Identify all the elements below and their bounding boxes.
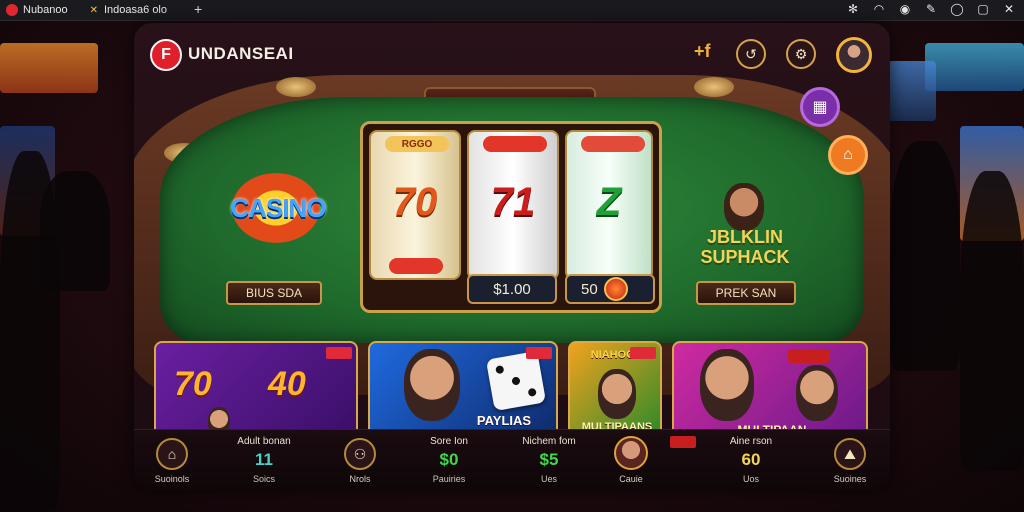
reel-3: Z bbox=[565, 130, 653, 280]
stat-label: Aine rson bbox=[729, 436, 773, 447]
card-tag bbox=[788, 349, 830, 363]
browser-tab[interactable]: Indoasa6 olo bbox=[104, 0, 192, 20]
card-badge bbox=[526, 347, 552, 359]
spin-coin-icon[interactable] bbox=[603, 277, 628, 301]
settings-button[interactable]: ⚙ bbox=[786, 39, 816, 69]
new-tab-button[interactable]: + bbox=[194, 1, 202, 17]
chat-icon[interactable]: ◯ bbox=[950, 2, 964, 16]
reel-symbol: 70 bbox=[392, 180, 438, 224]
card-badge bbox=[630, 347, 656, 359]
menu-icon[interactable]: ▦ bbox=[800, 87, 840, 127]
card-number: 40 bbox=[268, 365, 306, 403]
promo-jackpot[interactable]: JBLKLIN SUPHACK bbox=[680, 183, 810, 275]
game-card[interactable]: MULTIPAAN bbox=[672, 341, 868, 439]
rail-knob bbox=[276, 77, 316, 97]
profile-avatar[interactable] bbox=[614, 436, 648, 470]
stat-sub: Pauiries bbox=[432, 474, 466, 484]
stat-sub: Soics bbox=[252, 474, 275, 484]
site-favicon-icon bbox=[6, 4, 18, 16]
wifi-icon[interactable]: ◠ bbox=[872, 2, 886, 16]
brand-name: UNDANSEAI bbox=[188, 44, 294, 63]
stat-label: Adult bonan bbox=[237, 436, 291, 447]
window-icon[interactable]: ▢ bbox=[976, 2, 990, 16]
promo-line1: JBLKLIN bbox=[707, 227, 783, 247]
casino-logo-text: CASINO bbox=[230, 192, 326, 223]
card-portrait bbox=[700, 349, 754, 421]
settings-icon[interactable]: ✻ bbox=[846, 2, 860, 16]
browser-tab-active[interactable]: Nubanoo ✕ bbox=[6, 0, 98, 20]
stat-value: $5 bbox=[539, 450, 559, 469]
app-header: F UNDANSEAI +f ↺ ⚙ bbox=[134, 23, 890, 83]
stat-value: 11 bbox=[255, 450, 273, 469]
refresh-button[interactable]: ↺ bbox=[736, 39, 766, 69]
close-icon[interactable]: ✕ bbox=[1002, 2, 1016, 16]
nav-label: Cauie bbox=[619, 474, 643, 484]
stat-sub: Uos bbox=[742, 474, 759, 484]
stat-value: 60 bbox=[741, 450, 761, 469]
more-nav-button[interactable]: ⛰ bbox=[834, 438, 866, 470]
reel-2: 71 bbox=[467, 130, 559, 280]
promo-line2: SUPHACK bbox=[700, 247, 790, 267]
game-card[interactable]: NIAHOOG MULTIPAANS bbox=[568, 341, 662, 439]
patron-silhouette bbox=[960, 171, 1024, 471]
card-number: 70 bbox=[174, 365, 212, 403]
browser-tabbar: Nubanoo ✕ Indoasa6 olo + ✻ ◠ ◉ ✎ ◯ ▢ ✕ bbox=[0, 0, 1024, 21]
casino-logo: CASINO bbox=[208, 173, 348, 243]
location-icon[interactable]: ◉ bbox=[898, 2, 912, 16]
game-card[interactable]: 70 40 bbox=[154, 341, 358, 439]
stat-sub: Ues bbox=[540, 474, 557, 484]
notification-chip bbox=[670, 436, 696, 448]
home-icon[interactable]: ⌂ bbox=[828, 135, 868, 175]
pen-icon[interactable]: ✎ bbox=[924, 2, 938, 16]
promo-portrait bbox=[724, 183, 764, 231]
win-amount[interactable]: 50 bbox=[565, 274, 655, 304]
slot-machine-screen bbox=[888, 61, 936, 121]
user-avatar[interactable] bbox=[836, 37, 872, 73]
patron-silhouette bbox=[890, 141, 960, 371]
nav-label: Suoines bbox=[833, 474, 867, 484]
bottom-nav: ⌂ Suoinols Adult bonan 11 Soics ⚇ Nrols … bbox=[134, 429, 890, 490]
bet-amount[interactable]: $1.00 bbox=[467, 274, 557, 304]
play-nav-button[interactable]: ⚇ bbox=[344, 438, 376, 470]
reel-top-symbol: RGGO bbox=[385, 136, 449, 152]
right-bonus-button[interactable]: PREK SAN bbox=[696, 281, 796, 305]
home-nav-button[interactable]: ⌂ bbox=[156, 438, 188, 470]
reel-top-symbol bbox=[581, 136, 645, 152]
win-value: 50 bbox=[581, 280, 598, 298]
card-portrait bbox=[598, 369, 636, 419]
game-card[interactable]: PAYLIAS PLIANES bbox=[368, 341, 558, 439]
left-bonus-button[interactable]: BIUS SDA bbox=[226, 281, 322, 305]
reel-symbol: Z bbox=[596, 180, 622, 224]
reel-bottom-symbol bbox=[389, 258, 443, 274]
tab-label: Indoasa6 olo bbox=[104, 4, 167, 16]
stat-label: Sore Ion bbox=[430, 436, 468, 447]
tab-close-icon[interactable]: ✕ bbox=[90, 5, 98, 16]
stat-label: Nichem fom bbox=[522, 436, 576, 447]
reel-1: RGGO 70 bbox=[369, 130, 461, 280]
card-portrait bbox=[796, 365, 838, 421]
casino-app-window: F UNDANSEAI +f ↺ ⚙ CASINO BIUS SDA JBLKL… bbox=[134, 23, 890, 490]
dice-icon bbox=[485, 350, 547, 412]
nav-label: Suoinols bbox=[154, 474, 190, 484]
system-tray: ✻ ◠ ◉ ✎ ◯ ▢ ✕ bbox=[846, 2, 1016, 16]
rail-knob bbox=[694, 77, 734, 97]
stat-value: $0 bbox=[439, 450, 459, 469]
reel-symbol: 71 bbox=[490, 180, 536, 224]
brand-logo[interactable]: F bbox=[150, 39, 182, 71]
reel-top-symbol bbox=[483, 136, 547, 152]
card-badge bbox=[326, 347, 352, 359]
card-portrait bbox=[404, 349, 460, 421]
neon-sign bbox=[925, 43, 1024, 91]
nav-label: Nrols bbox=[349, 474, 371, 484]
slot-machine: RGGO 70 71 Z $1.00 50 bbox=[360, 121, 662, 313]
tab-label: Nubanoo bbox=[23, 4, 68, 16]
header-symbol[interactable]: +f bbox=[694, 41, 711, 62]
patron-silhouette bbox=[40, 171, 110, 291]
neon-sign bbox=[0, 43, 98, 93]
